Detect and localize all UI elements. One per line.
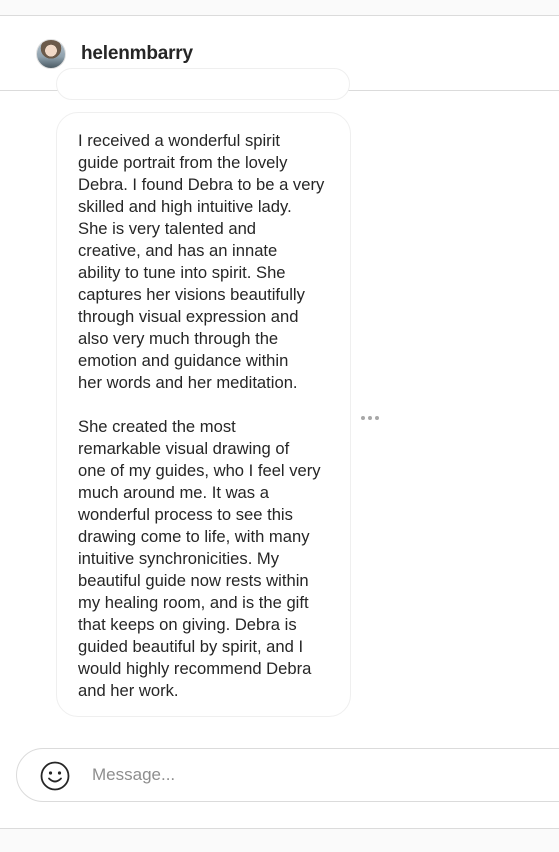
dot <box>361 416 365 420</box>
emoji-icon[interactable] <box>40 761 70 791</box>
message-paragraph: She created the most remarkable visual d… <box>78 417 321 700</box>
username-label[interactable]: helenmbarry <box>81 43 193 65</box>
avatar[interactable] <box>36 39 66 69</box>
message-paragraph: I received a wonderful spirit guide port… <box>78 131 325 392</box>
dot <box>375 416 379 420</box>
dot <box>368 416 372 420</box>
message-input[interactable] <box>92 762 532 788</box>
previous-message-bubble <box>56 68 350 100</box>
top-strip <box>0 0 559 16</box>
chat-panel: helenmbarry I received a wonderful spiri… <box>0 16 559 829</box>
message-composer <box>16 748 559 802</box>
more-options-icon[interactable] <box>361 411 383 425</box>
message-bubble: I received a wonderful spirit guide port… <box>56 112 351 717</box>
